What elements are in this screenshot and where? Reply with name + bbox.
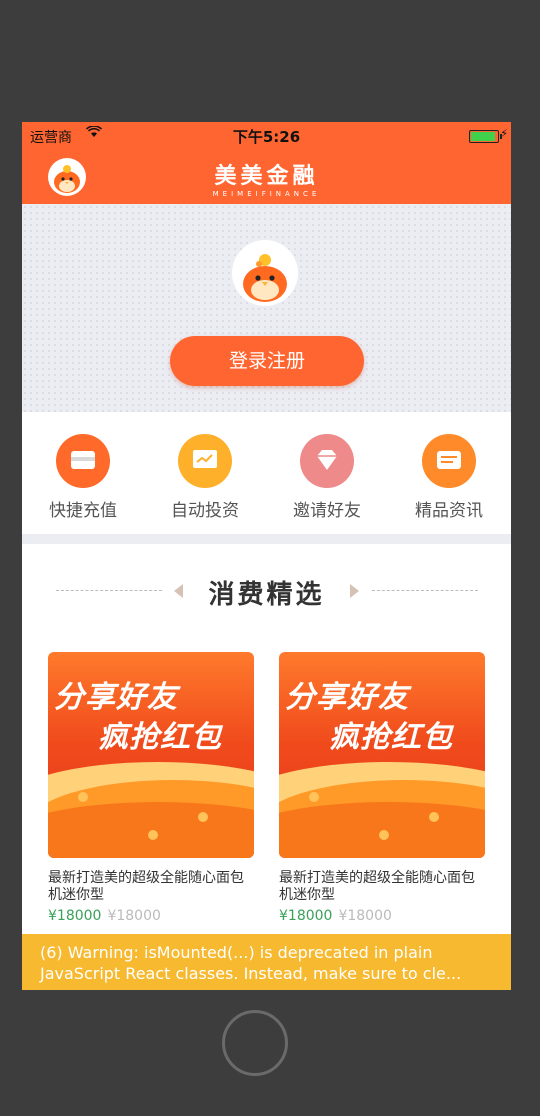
card-icon	[56, 434, 110, 488]
product-banner: 分享好友 疯抢红包	[279, 652, 485, 858]
product-prices: ¥18000 ¥18000	[279, 908, 485, 924]
section-title: 消费精选	[208, 580, 325, 610]
product-banner: 分享好友 疯抢红包	[48, 652, 254, 858]
warning-line: JavaScript React classes. Instead, make …	[40, 964, 462, 983]
home-button[interactable]	[222, 1010, 288, 1076]
yellow-box-warning[interactable]: (6) Warning: isMounted(...) is deprecate…	[22, 934, 511, 990]
brand-name: 美美金融	[214, 164, 319, 189]
quick-action-news[interactable]: 精品资讯	[394, 434, 504, 521]
charging-icon: ⚡	[500, 127, 508, 140]
section-divider	[22, 534, 511, 544]
product-prices: ¥18000 ¥18000	[48, 908, 254, 924]
banner-text: 分享好友	[54, 680, 178, 715]
product-name: 最新打造美的超级全能随心面包机迷你型	[48, 870, 244, 903]
quick-action-label: 快捷充值	[49, 501, 117, 521]
product-name: 最新打造美的超级全能随心面包机迷你型	[279, 870, 475, 903]
profile-header: 登录注册	[22, 204, 511, 412]
banner-text: 分享好友	[285, 680, 409, 715]
quick-actions: 快捷充值 自动投资 邀请好友 精品资讯	[22, 412, 511, 534]
banner-text: 疯抢红包	[329, 720, 453, 755]
product-price: ¥18000	[48, 908, 102, 924]
login-register-button[interactable]: 登录注册	[170, 336, 364, 386]
quick-action-invite[interactable]: 邀请好友	[272, 434, 382, 521]
brand-logo: 美美金融 MEIMEIFINANCE	[22, 158, 511, 198]
quick-action-recharge[interactable]: 快捷充值	[28, 434, 138, 521]
app-screen: 运营商 下午5:26 ⚡ 美美金融 MEIMEIFINANCE 登录注册 快捷充…	[22, 122, 511, 990]
diamond-icon	[300, 434, 354, 488]
status-bar: 运营商 下午5:26 ⚡	[22, 122, 511, 148]
product-old-price: ¥18000	[338, 908, 392, 924]
quick-action-label: 邀请好友	[293, 501, 361, 521]
phone-frame: 运营商 下午5:26 ⚡ 美美金融 MEIMEIFINANCE 登录注册 快捷充…	[0, 0, 540, 1116]
message-icon	[422, 434, 476, 488]
warning-line: (6) Warning: isMounted(...) is deprecate…	[40, 943, 433, 962]
product-price: ¥18000	[279, 908, 333, 924]
mascot-avatar-icon[interactable]	[232, 240, 298, 306]
battery-icon	[469, 130, 502, 143]
brand-subtitle: MEIMEIFINANCE	[212, 190, 321, 198]
product-card[interactable]: 分享好友 疯抢红包 最新打造美的超级全能随心面包机迷你型 ¥18000 ¥1800…	[279, 652, 485, 924]
quick-action-label: 精品资讯	[415, 501, 483, 521]
banner-text: 疯抢红包	[98, 720, 222, 755]
product-card[interactable]: 分享好友 疯抢红包 最新打造美的超级全能随心面包机迷你型 ¥18000 ¥1800…	[48, 652, 254, 924]
quick-action-label: 自动投资	[171, 501, 239, 521]
triangle-right-icon	[350, 584, 359, 598]
section-header: 消费精选	[22, 570, 511, 610]
dashed-line	[372, 590, 478, 591]
product-old-price: ¥18000	[107, 908, 161, 924]
clock: 下午5:26	[232, 128, 301, 146]
screen-icon	[178, 434, 232, 488]
nav-bar: 美美金融 MEIMEIFINANCE	[22, 148, 511, 204]
quick-action-auto-invest[interactable]: 自动投资	[150, 434, 260, 521]
